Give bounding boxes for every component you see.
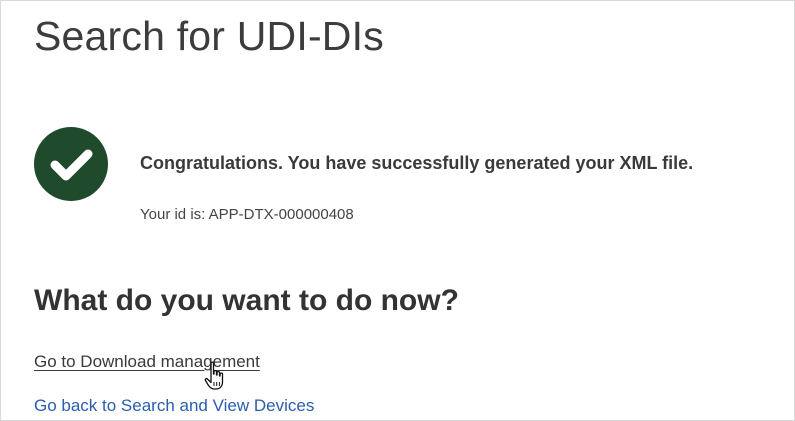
- success-message: Congratulations. You have successfully g…: [140, 153, 694, 173]
- generated-id: Your id is: APP-DTX-000000408: [140, 206, 354, 223]
- hand-pointer-icon: [204, 361, 228, 391]
- page-title: Search for UDI-DIs: [34, 13, 384, 59]
- back-to-search-link[interactable]: Go back to Search and View Devices: [34, 396, 314, 416]
- next-steps-heading: What do you want to do now?: [34, 284, 459, 317]
- check-circle-icon: [34, 127, 108, 201]
- page-frame: Search for UDI-DIs Congratulations. You …: [0, 0, 795, 421]
